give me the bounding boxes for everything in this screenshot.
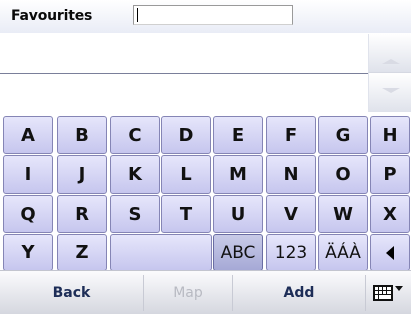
key-k[interactable]: K [110, 155, 160, 194]
key-m[interactable]: M [213, 155, 263, 194]
key-r[interactable]: R [57, 195, 107, 233]
mode-abc-key[interactable]: ABC [213, 234, 263, 271]
key-q[interactable]: Q [3, 195, 53, 233]
key-l[interactable]: L [161, 155, 211, 194]
key-n[interactable]: N [266, 155, 316, 194]
key-w[interactable]: W [318, 195, 368, 233]
mode-123-key[interactable]: 123 [266, 234, 316, 271]
key-o[interactable]: O [318, 155, 368, 194]
chevron-up-icon [382, 59, 400, 64]
backspace-key[interactable] [370, 234, 410, 271]
key-i[interactable]: I [3, 155, 53, 194]
key-j[interactable]: J [57, 155, 107, 194]
backspace-icon [386, 245, 394, 260]
key-e[interactable]: E [213, 116, 263, 154]
mode-accents-key[interactable]: ÄÁÀ [318, 234, 368, 271]
key-v[interactable]: V [266, 195, 316, 233]
key-p[interactable]: P [370, 155, 410, 194]
key-u[interactable]: U [213, 195, 263, 233]
key-a[interactable]: A [3, 116, 53, 154]
key-x[interactable]: X [370, 195, 410, 233]
space-key[interactable] [110, 234, 212, 271]
list-item[interactable] [0, 74, 368, 111]
key-g[interactable]: G [318, 116, 368, 154]
key-b[interactable]: B [57, 116, 107, 154]
search-input[interactable] [133, 5, 293, 25]
key-d[interactable]: D [161, 116, 211, 154]
page-title: Favourites [11, 8, 93, 24]
bottom-action-bar: Back Map Add [0, 270, 411, 314]
back-button[interactable]: Back [0, 271, 143, 314]
chevron-down-icon [382, 88, 400, 93]
map-button[interactable]: Map [144, 271, 232, 314]
keyboard-toggle-button[interactable] [366, 271, 411, 314]
key-z[interactable]: Z [57, 234, 107, 271]
add-button[interactable]: Add [233, 271, 365, 314]
key-c[interactable]: C [110, 116, 160, 154]
key-h[interactable]: H [370, 116, 410, 154]
list-item[interactable] [0, 35, 368, 72]
key-f[interactable]: F [266, 116, 316, 154]
header-bar: Favourites [0, 0, 411, 33]
key-y[interactable]: Y [3, 234, 53, 271]
scroll-down-button[interactable] [368, 73, 411, 112]
scroll-up-button[interactable] [368, 34, 411, 73]
text-caret [137, 8, 138, 22]
key-s[interactable]: S [110, 195, 160, 233]
key-t[interactable]: T [161, 195, 211, 233]
keyboard-icon [373, 285, 403, 301]
